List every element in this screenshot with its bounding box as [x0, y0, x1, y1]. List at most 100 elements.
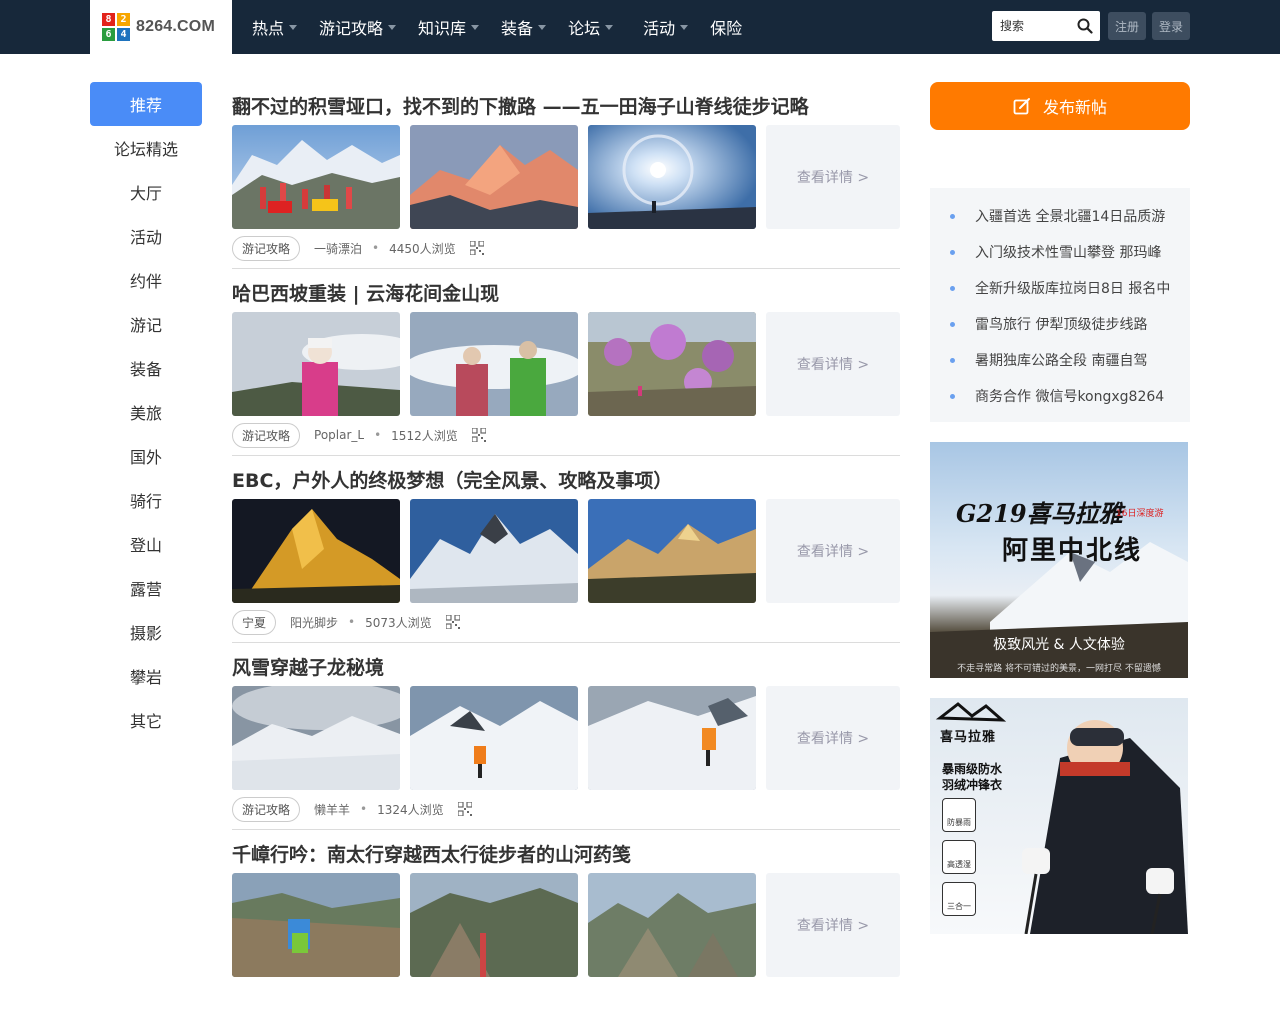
sidebar-item-recommended[interactable]: 推荐	[90, 82, 202, 126]
nav-item-gear[interactable]: 装备	[501, 15, 547, 39]
search-input[interactable]	[1000, 12, 1074, 40]
ad-title-line1: G219喜马拉雅	[956, 499, 1123, 528]
post-thumbnail[interactable]	[588, 499, 756, 603]
sidebar-item-cycling[interactable]: 骑行	[90, 478, 202, 522]
post-thumbnail[interactable]	[232, 125, 400, 229]
post-card: EBC，户外人的终极梦想（完全风景、攻略及事项） 查看详情 > 宁夏 阳光脚步 …	[232, 456, 900, 643]
bullet-icon	[950, 285, 955, 291]
post-title[interactable]: 哈巴西坡重装 | 云海花间金山现	[232, 279, 499, 306]
post-thumbnail[interactable]	[588, 873, 756, 977]
post-tag[interactable]: 游记攻略	[232, 796, 301, 822]
promo-item[interactable]: 雷鸟旅行 伊犁顶级徒步线路	[930, 306, 1190, 342]
post-thumbnails: 查看详情 >	[232, 312, 900, 416]
sidebar-item-forum-picks[interactable]: 论坛精选	[90, 126, 202, 170]
qr-code-icon[interactable]	[445, 615, 460, 629]
separator-dot: •	[374, 428, 382, 442]
post-thumbnail[interactable]	[232, 686, 400, 790]
nav-label: 游记攻略	[319, 19, 384, 38]
separator-dot: •	[348, 615, 356, 629]
post-thumbnail[interactable]	[588, 312, 756, 416]
sidebar-item-travelogues[interactable]: 游记	[90, 302, 202, 346]
post-thumbnail[interactable]	[588, 686, 756, 790]
post-title[interactable]: 千嶂行吟：南太行穿越西太行徒步者的山河药笺	[232, 840, 631, 867]
ad-banner-jacket[interactable]: 喜马拉雅 暴雨级防水 羽绒冲锋衣 防暴雨 高透湿 三合一	[930, 698, 1188, 934]
post-thumbnails: 查看详情 >	[232, 873, 900, 977]
view-details-button[interactable]: 查看详情 >	[766, 125, 900, 229]
promo-item[interactable]: 商务合作 微信号kongxg8264	[930, 378, 1190, 414]
sidebar-item-beauty-travel[interactable]: 美旅	[90, 390, 202, 434]
post-views: 1324人浏览	[377, 802, 444, 817]
post-title[interactable]: EBC，户外人的终极梦想（完全风景、攻略及事项）	[232, 466, 672, 493]
separator-dot: •	[360, 802, 368, 816]
logo-text: 8264.COM	[136, 18, 215, 35]
chevron-down-icon	[538, 24, 547, 30]
post-title[interactable]: 翻不过的积雪垭口，找不到的下撤路 ——五一田海子山脊线徒步记略	[232, 92, 809, 119]
nav-item-forum[interactable]: 论坛	[568, 15, 614, 39]
post-author[interactable]: 懒羊羊	[314, 801, 350, 818]
top-navbar: 8 2 6 4 8264.COM 热点 游记攻略 知识库 装备 论坛 活动 保险…	[0, 0, 1280, 54]
qr-code-icon[interactable]	[469, 241, 484, 255]
sidebar-item-events[interactable]: 活动	[90, 214, 202, 258]
sidebar-item-camping[interactable]: 露营	[90, 566, 202, 610]
qr-code-icon[interactable]	[457, 802, 472, 816]
ad-slogan: 极致风光 & 人文体验	[993, 637, 1125, 653]
view-details-button[interactable]: 查看详情 >	[766, 499, 900, 603]
login-button[interactable]: 登录	[1152, 12, 1191, 40]
post-thumbnail[interactable]	[410, 499, 578, 603]
site-logo[interactable]: 8 2 6 4 8264.COM	[90, 0, 232, 54]
promo-item[interactable]: 全新升级版库拉岗日8日 报名中	[930, 270, 1190, 306]
post-thumbnail[interactable]	[232, 873, 400, 977]
promo-item[interactable]: 暑期独库公路全段 南疆自驾	[930, 342, 1190, 378]
sidebar-item-gear[interactable]: 装备	[90, 346, 202, 390]
view-details-button[interactable]: 查看详情 >	[766, 873, 900, 977]
post-thumbnail[interactable]	[410, 312, 578, 416]
post-author[interactable]: 阳光脚步	[290, 614, 338, 631]
publish-new-post-button[interactable]: 发布新帖	[930, 82, 1190, 130]
nav-item-events[interactable]: 活动	[643, 15, 689, 39]
post-thumbnail[interactable]	[410, 873, 578, 977]
view-details-button[interactable]: 查看详情 >	[766, 686, 900, 790]
post-thumbnail[interactable]	[588, 125, 756, 229]
nav-item-hot[interactable]: 热点	[252, 15, 298, 39]
sidebar-item-climbing[interactable]: 攀岩	[90, 654, 202, 698]
post-thumbnail[interactable]	[232, 312, 400, 416]
register-button[interactable]: 注册	[1108, 12, 1147, 40]
sidebar-item-companions[interactable]: 约伴	[90, 258, 202, 302]
ad-text-1: 暴雨级防水	[942, 762, 1003, 776]
post-thumbnail[interactable]	[410, 686, 578, 790]
chevron-down-icon	[680, 24, 689, 30]
post-thumbnails: 查看详情 >	[232, 686, 900, 790]
post-tag[interactable]: 宁夏	[232, 609, 277, 635]
sidebar-item-mountaineering[interactable]: 登山	[90, 522, 202, 566]
nav-item-knowledge[interactable]: 知识库	[418, 15, 480, 39]
nav-item-insurance[interactable]: 保险	[710, 15, 742, 39]
post-title[interactable]: 风雪穿越子龙秘境	[232, 653, 384, 680]
post-card: 千嶂行吟：南太行穿越西太行徒步者的山河药笺 查看详情 >	[232, 830, 900, 1017]
post-meta: 游记攻略 Poplar_L • 1512人浏览	[232, 422, 486, 448]
promo-item[interactable]: 入疆首选 全景北疆14日品质游	[930, 198, 1190, 234]
promo-item[interactable]: 入门级技术性雪山攀登 那玛峰	[930, 234, 1190, 270]
post-tag[interactable]: 游记攻略	[232, 422, 301, 448]
sidebar-item-hall[interactable]: 大厅	[90, 170, 202, 214]
logo-mark: 8 2 6 4	[102, 13, 130, 41]
post-tag[interactable]: 游记攻略	[232, 235, 301, 261]
search-icon[interactable]	[1074, 15, 1096, 37]
post-thumbnail[interactable]	[410, 125, 578, 229]
sidebar-item-others[interactable]: 其它	[90, 698, 202, 742]
logo-digit: 4	[117, 28, 130, 41]
sidebar-item-photography[interactable]: 摄影	[90, 610, 202, 654]
sidebar-item-abroad[interactable]: 国外	[90, 434, 202, 478]
post-thumbnail[interactable]	[232, 499, 400, 603]
nav-item-travel-guides[interactable]: 游记攻略	[319, 15, 397, 39]
post-thumbnails: 查看详情 >	[232, 499, 900, 603]
promo-text: 入疆首选 全景北疆14日品质游	[975, 209, 1166, 225]
logo-digit: 8	[102, 13, 115, 26]
ad-badge: 16日深度游	[1116, 509, 1164, 519]
view-details-button[interactable]: 查看详情 >	[766, 312, 900, 416]
qr-code-icon[interactable]	[471, 428, 486, 442]
nav-label: 活动	[643, 19, 676, 38]
post-author[interactable]: 一骑漂泊	[314, 240, 362, 257]
post-author[interactable]: Poplar_L	[314, 428, 364, 442]
promo-text: 入门级技术性雪山攀登 那玛峰	[975, 245, 1162, 261]
ad-banner-g219[interactable]: G219喜马拉雅 16日深度游 阿里中北线 极致风光 & 人文体验 不走寻常路 …	[930, 442, 1188, 678]
